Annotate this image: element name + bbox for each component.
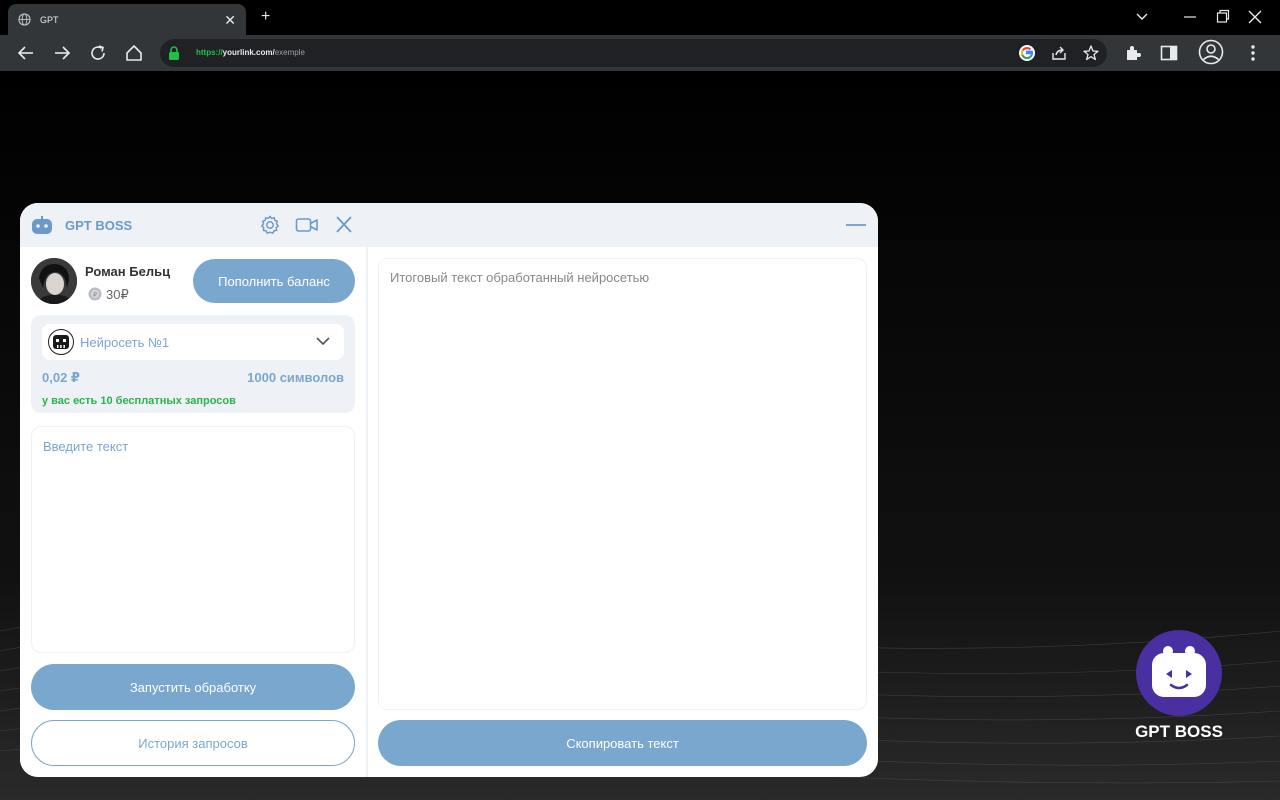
user-balance: 30₽: [106, 287, 129, 302]
new-tab-icon[interactable]: +: [261, 9, 270, 25]
profile-icon[interactable]: [1198, 39, 1224, 65]
minimize-window-icon[interactable]: [1183, 8, 1197, 26]
model-price: 0,02 ₽: [42, 370, 80, 385]
model-char-limit: 1000 символов: [247, 370, 344, 385]
google-icon[interactable]: [1018, 44, 1036, 62]
brand-name: GPT BOSS: [65, 218, 133, 233]
close-window-icon[interactable]: [1248, 8, 1262, 26]
robot-logo-icon: [32, 216, 52, 234]
minimize-icon[interactable]: [846, 224, 866, 226]
robot-face-icon: [48, 329, 74, 355]
output-text-area[interactable]: Итоговый текст обработанный нейросетью: [378, 258, 867, 710]
bookmark-star-icon[interactable]: [1082, 44, 1100, 62]
left-panel: GPT BOSS Роман Бельц ₽ 30₽ Пополнить бал…: [20, 203, 366, 777]
back-icon[interactable]: [16, 43, 36, 63]
robot-logo-icon: [1152, 646, 1206, 697]
tab-title: GPT: [40, 14, 59, 25]
settings-gear-icon[interactable]: [258, 214, 282, 236]
free-requests-notice: у вас есть 10 бесплатных запросов: [42, 395, 236, 407]
model-panel: Нейросеть №1 0,02 ₽ 1000 символов у вас …: [31, 315, 355, 413]
restore-window-icon[interactable]: [1216, 8, 1230, 26]
browser-tab-bar: GPT ✕ +: [0, 0, 1280, 35]
browser-tab[interactable]: GPT ✕: [8, 4, 246, 35]
request-history-button[interactable]: История запросов: [31, 720, 355, 766]
video-camera-icon[interactable]: [295, 214, 319, 236]
home-icon[interactable]: [124, 43, 144, 63]
lock-icon: [169, 46, 179, 60]
gpt-boss-window: GPT BOSS Роман Бельц ₽ 30₽ Пополнить бал…: [20, 203, 878, 777]
floating-launcher-button[interactable]: [1136, 630, 1222, 716]
run-processing-button[interactable]: Запустить обработку: [31, 664, 355, 710]
coin-icon: ₽: [88, 287, 102, 301]
browser-toolbar: https://yourlink.com/exemple: [0, 35, 1280, 71]
globe-icon: [18, 13, 31, 26]
floating-logo-label: GPT BOSS: [1135, 722, 1223, 741]
svg-text:₽: ₽: [93, 292, 97, 299]
close-tab-icon[interactable]: ✕: [224, 13, 236, 27]
model-select[interactable]: Нейросеть №1: [42, 324, 344, 360]
extensions-icon[interactable]: [1123, 43, 1143, 63]
address-bar[interactable]: https://yourlink.com/exemple: [160, 39, 1107, 67]
copy-text-button[interactable]: Скопировать текст: [378, 720, 867, 766]
text-input[interactable]: [31, 426, 355, 653]
tab-search-icon[interactable]: [1135, 8, 1149, 26]
close-icon[interactable]: [332, 214, 356, 236]
user-photo: [31, 258, 77, 304]
forward-icon[interactable]: [52, 43, 72, 63]
selected-model-name: Нейросеть №1: [80, 335, 170, 350]
reload-icon[interactable]: [88, 43, 108, 63]
more-menu-icon[interactable]: [1243, 43, 1263, 63]
share-icon[interactable]: [1050, 44, 1068, 62]
avatar: [31, 258, 77, 304]
url-text: https://yourlink.com/exemple: [196, 48, 305, 57]
chevron-down-icon[interactable]: [316, 336, 330, 346]
user-name: Роман Бельц: [85, 264, 171, 279]
right-panel-header: [368, 203, 878, 247]
panel-divider: [366, 203, 368, 777]
side-panel-icon[interactable]: [1159, 43, 1179, 63]
left-panel-header: GPT BOSS: [20, 203, 366, 247]
top-up-balance-button[interactable]: Пополнить баланс: [193, 259, 355, 303]
